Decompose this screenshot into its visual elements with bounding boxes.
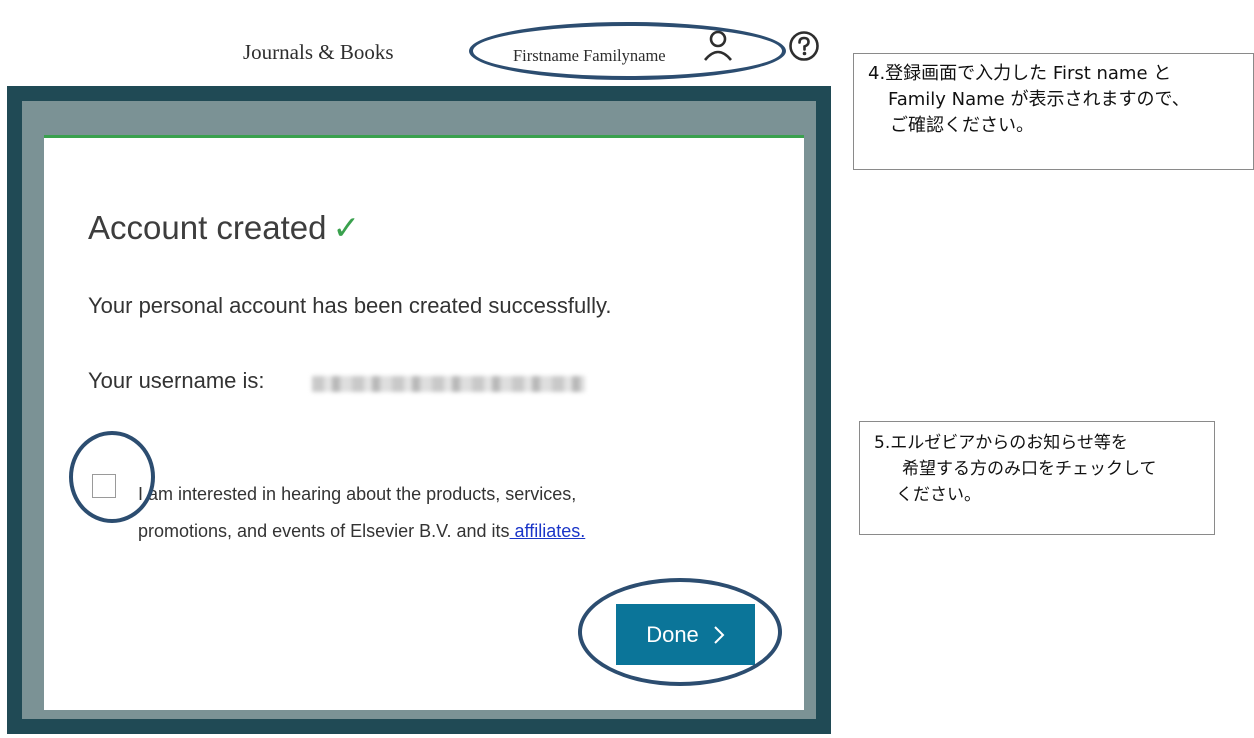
username-label: Your username is: (88, 368, 265, 393)
annotation-note-5: 5.エルゼビアからのお知らせ等を 希望する方のみ口をチェックして ください。 (859, 421, 1215, 535)
consent-line2: promotions, and events of Elsevier B.V. … (138, 521, 510, 541)
username-value-blurred (312, 376, 585, 392)
done-button-highlight-ellipse (578, 578, 782, 686)
dialog-title: Account created ✓ (88, 208, 360, 247)
note4-line1: 4.登録画面で入力した First name と (868, 63, 1172, 84)
annotation-note-4: 4.登録画面で入力した First name と Family Name が表示… (853, 53, 1254, 170)
note5-line2: 希望する方のみ口をチェックして (902, 459, 1157, 479)
checkbox-highlight-circle (69, 431, 155, 523)
note4-line2: Family Name が表示されますので、 (888, 89, 1190, 110)
checkmark-icon: ✓ (332, 209, 361, 246)
consent-line1: I am interested in hearing about the pro… (138, 484, 577, 504)
journals-books-link[interactable]: Journals & Books (243, 40, 394, 65)
note5-line1: 5.エルゼビアからのお知らせ等を (874, 433, 1128, 453)
user-name-highlight-ellipse (469, 22, 786, 80)
affiliates-link[interactable]: affiliates. (510, 521, 586, 541)
success-message: Your personal account has been created s… (88, 293, 612, 318)
dialog-title-text: Account created (88, 209, 327, 246)
note5-line3: ください。 (896, 485, 981, 505)
help-icon[interactable] (788, 30, 820, 67)
consent-text: I am interested in hearing about the pro… (138, 476, 585, 550)
note4-line3: ご確認ください。 (890, 115, 1034, 136)
